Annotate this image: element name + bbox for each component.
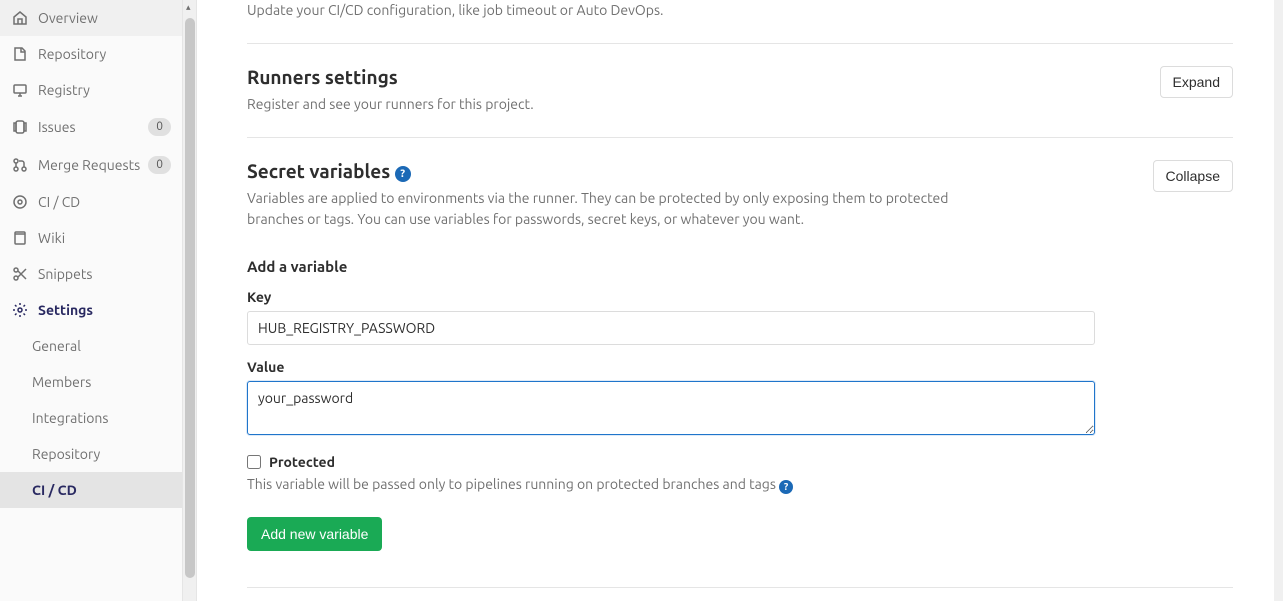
sidebar-subitem-cicd[interactable]: CI / CD xyxy=(0,472,183,508)
sidebar-subitem-general[interactable]: General xyxy=(0,328,183,364)
sidebar-scrollbar[interactable]: ▴ xyxy=(182,0,196,601)
key-label: Key xyxy=(247,289,1233,305)
sidebar-item-registry[interactable]: Registry xyxy=(0,72,183,108)
key-input[interactable] xyxy=(247,311,1095,345)
sidebar-item-settings[interactable]: Settings xyxy=(0,292,183,328)
secret-variables-title: Secret variables ? xyxy=(247,160,1007,182)
add-variable-button[interactable]: Add new variable xyxy=(247,517,382,551)
expand-button-runners[interactable]: Expand xyxy=(1160,66,1233,98)
main-content: Update your CI/CD configuration, like jo… xyxy=(197,0,1283,601)
value-label: Value xyxy=(247,359,1233,375)
help-icon[interactable]: ? xyxy=(395,166,411,182)
issues-badge: 0 xyxy=(148,118,171,136)
merge-badge: 0 xyxy=(148,156,171,174)
sidebar-item-merge-requests[interactable]: Merge Requests 0 xyxy=(0,146,183,184)
protected-label: Protected xyxy=(269,454,335,470)
monitor-icon xyxy=(12,82,28,98)
sidebar-label: Wiki xyxy=(38,230,171,246)
sidebar-label: Settings xyxy=(38,302,171,318)
sidebar-sublabel: General xyxy=(32,338,81,354)
secret-variables-desc: Variables are applied to environments vi… xyxy=(247,188,1007,230)
sidebar-label: Repository xyxy=(38,46,171,62)
sidebar-label: Overview xyxy=(38,10,171,26)
issue-icon xyxy=(12,119,28,135)
sidebar-label: Registry xyxy=(38,82,171,98)
sidebar-subitem-integrations[interactable]: Integrations xyxy=(0,400,183,436)
sidebar-subitem-members[interactable]: Members xyxy=(0,364,183,400)
sidebar-label: Merge Requests xyxy=(38,157,148,173)
section-secret-variables: Secret variables ? Variables are applied… xyxy=(247,138,1233,601)
gear-icon xyxy=(12,302,28,318)
sidebar-item-issues[interactable]: Issues 0 xyxy=(0,108,183,146)
right-scrollbar[interactable] xyxy=(1274,0,1283,601)
book-icon xyxy=(12,230,28,246)
scroll-up-icon: ▴ xyxy=(186,2,191,13)
cicd-icon xyxy=(12,194,28,210)
home-icon xyxy=(12,10,28,26)
your-variables-heading: Your variables (3) xyxy=(247,587,1233,601)
sidebar-label: CI / CD xyxy=(38,194,171,210)
sidebar-sublabel: Members xyxy=(32,374,91,390)
help-icon[interactable]: ? xyxy=(779,480,793,494)
sidebar-item-snippets[interactable]: Snippets xyxy=(0,256,183,292)
sidebar-scrollbar-thumb[interactable] xyxy=(185,18,195,578)
sidebar-sublabel: Integrations xyxy=(32,410,108,426)
protected-checkbox[interactable] xyxy=(247,455,261,469)
sidebar-item-overview[interactable]: Overview xyxy=(0,0,183,36)
sidebar-label: Issues xyxy=(38,119,148,135)
sidebar-sublabel: Repository xyxy=(32,446,100,462)
merge-icon xyxy=(12,157,28,173)
sidebar-sublabel: CI / CD xyxy=(32,482,77,498)
protected-hint: This variable will be passed only to pip… xyxy=(247,474,1233,495)
runners-desc: Register and see your runners for this p… xyxy=(247,94,534,115)
section-runners: Runners settings Register and see your r… xyxy=(247,44,1233,138)
collapse-button-secret[interactable]: Collapse xyxy=(1153,160,1233,192)
scissors-icon xyxy=(12,266,28,282)
general-pipelines-desc: Update your CI/CD configuration, like jo… xyxy=(247,0,1233,21)
sidebar-item-repository[interactable]: Repository xyxy=(0,36,183,72)
sidebar-item-cicd[interactable]: CI / CD xyxy=(0,184,183,220)
secret-variables-title-text: Secret variables xyxy=(247,160,390,182)
runners-title: Runners settings xyxy=(247,66,534,88)
value-textarea[interactable]: your_password xyxy=(247,381,1095,435)
add-variable-heading: Add a variable xyxy=(247,258,1233,275)
sidebar-item-wiki[interactable]: Wiki xyxy=(0,220,183,256)
sidebar-subitem-repository[interactable]: Repository xyxy=(0,436,183,472)
sidebar-label: Snippets xyxy=(38,266,171,282)
protected-hint-text: This variable will be passed only to pip… xyxy=(247,476,776,492)
file-icon xyxy=(12,46,28,62)
sidebar: ▴ Overview Repository Registry Issues 0 … xyxy=(0,0,197,601)
